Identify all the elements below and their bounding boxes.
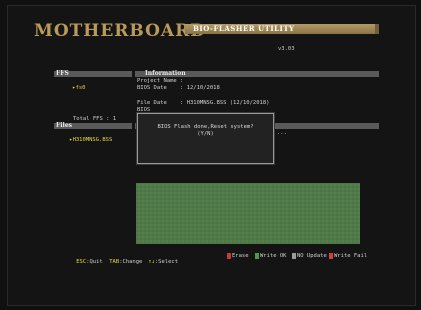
utility-title-bar-end	[375, 24, 379, 34]
legend-write-fail: Write Fail	[334, 253, 368, 259]
legend-write-ok: Write OK	[260, 253, 287, 259]
total-ffs: Total FFS : 1	[73, 116, 117, 122]
version-label: v3.03	[278, 46, 295, 52]
arrows-key: ↑↓	[148, 259, 155, 265]
write-fail-legend-swatch	[329, 253, 333, 259]
file-date-line: File Date : H310MNSG.BSS (12/10/2018)	[137, 100, 270, 106]
tab-key: TAB	[109, 259, 120, 265]
legend-no-update: NO Update	[297, 253, 327, 259]
flash-block-map	[136, 183, 360, 244]
reset-confirm-dialog[interactable]: BIOS Flash done,Reset system? (Y/N)	[137, 113, 274, 164]
brand-title: MOTHERBOARD	[34, 21, 206, 41]
esc-key: ESC	[76, 259, 87, 265]
erase-legend-swatch	[227, 253, 231, 259]
project-name-label: Project Name :	[137, 78, 184, 84]
bios-date-line: BIOS Date : 12/10/2018	[137, 85, 220, 91]
legend-erase: Erase	[232, 253, 249, 259]
footer-select: ↑↓:Select	[148, 259, 179, 265]
utility-title: BIO-FLASHER UTILITY	[193, 24, 295, 33]
information-header: Information	[135, 71, 379, 77]
file-item[interactable]: ▸H310MNSG.BSS	[56, 130, 112, 151]
dialog-options[interactable]: (Y/N)	[138, 131, 273, 137]
files-header: Files	[54, 123, 132, 129]
bios-flasher-screen: MOTHERBOARD BIO-FLASHER UTILITY v3.03 FF…	[0, 0, 421, 310]
ffs-header: FFS	[54, 71, 132, 77]
write-ok-legend-swatch	[255, 253, 259, 259]
dialog-message: BIOS Flash done,Reset system?	[157, 124, 254, 130]
information-title: Information	[145, 70, 186, 77]
no-update-legend-swatch	[292, 253, 296, 259]
status-ellipsis: ...	[277, 130, 287, 136]
ffs-item[interactable]: ▸fs0	[59, 78, 85, 99]
